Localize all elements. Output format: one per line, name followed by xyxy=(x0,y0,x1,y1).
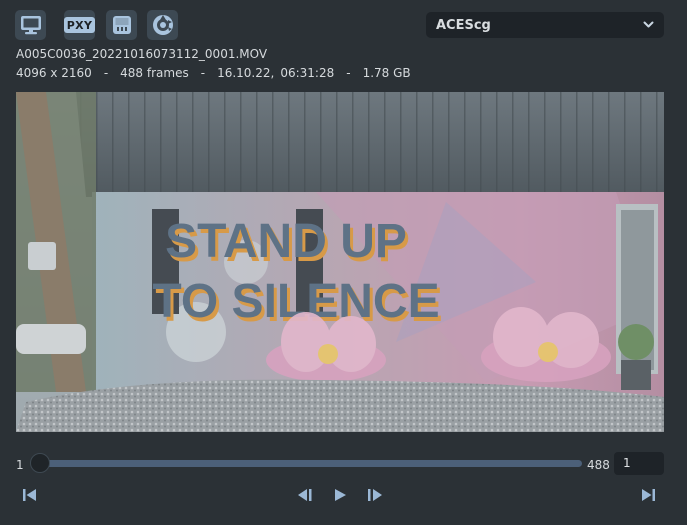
chevron-down-icon xyxy=(643,21,654,28)
separator: - xyxy=(346,66,351,80)
color-wheel-icon xyxy=(152,15,173,35)
save-button[interactable] xyxy=(106,10,137,40)
step-back-button[interactable] xyxy=(297,487,313,503)
clip-info: 4096 x 2160 - 488 frames - 16.10.22, 06:… xyxy=(16,66,411,80)
timeline-thumb[interactable] xyxy=(30,453,50,473)
separator: - xyxy=(200,66,206,80)
proxy-button[interactable]: PXY xyxy=(63,10,96,40)
separator: - xyxy=(103,66,109,80)
monitor-icon xyxy=(20,16,41,35)
clip-filename: A005C0036_20221016073112_0001.MOV xyxy=(16,47,268,61)
clip-frames: 488 frames xyxy=(120,66,189,80)
proxy-button-label: PXY xyxy=(63,17,96,33)
clip-resolution: 4096 x 2160 xyxy=(16,66,92,80)
play-button[interactable] xyxy=(333,487,347,503)
monitor-button[interactable] xyxy=(15,10,46,40)
step-forward-button[interactable] xyxy=(367,487,383,503)
timeline-slider[interactable] xyxy=(40,460,582,467)
colorspace-value: ACEScg xyxy=(436,17,491,33)
clip-date: 16.10.22, xyxy=(217,66,275,80)
video-frame: STAND UP STAND UP TO SILENCE TO SILENCE xyxy=(16,92,664,432)
mural-text-line1: STAND UP xyxy=(165,215,407,268)
play-icon xyxy=(335,489,346,501)
go-to-start-icon xyxy=(23,489,36,501)
clip-time: 06:31:28 xyxy=(280,66,335,80)
timeline-end-label: 488 xyxy=(587,458,610,472)
save-icon xyxy=(112,16,131,34)
step-forward-icon xyxy=(368,489,382,501)
go-to-end-icon xyxy=(642,489,655,501)
color-management-button[interactable] xyxy=(147,10,178,40)
go-to-end-button[interactable] xyxy=(640,487,656,503)
step-back-icon xyxy=(298,489,312,501)
go-to-start-button[interactable] xyxy=(22,487,38,503)
timeline-start-label: 1 xyxy=(16,458,24,472)
colorspace-select[interactable]: ACEScg xyxy=(426,12,664,38)
clip-size: 1.78 GB xyxy=(362,66,411,80)
frame-input[interactable]: 1 xyxy=(614,452,664,475)
video-viewer[interactable]: STAND UP STAND UP TO SILENCE TO SILENCE xyxy=(16,92,664,432)
